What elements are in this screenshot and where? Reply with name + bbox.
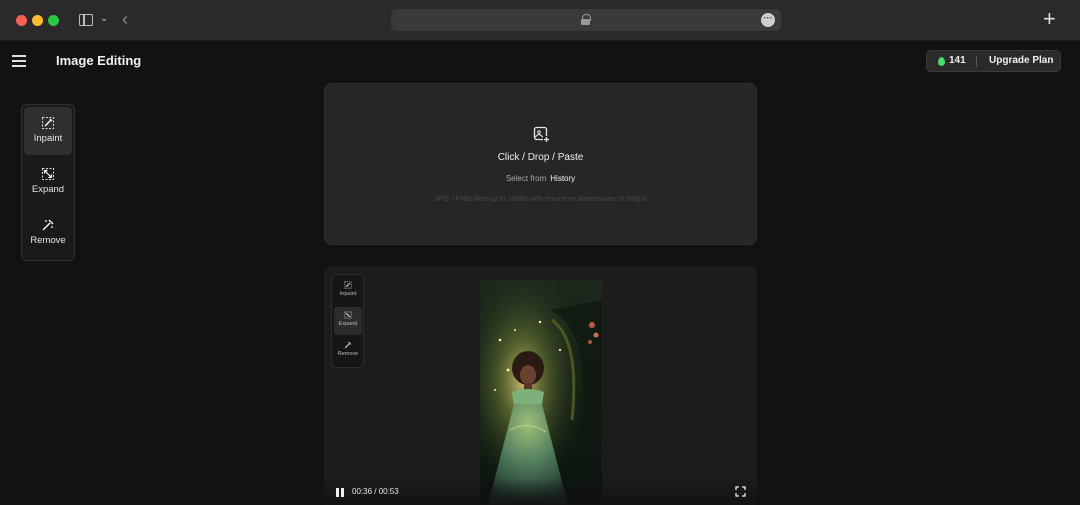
select-from-label: Select from (505, 174, 547, 183)
history-link[interactable]: History (550, 174, 575, 183)
tool-label: Remove (30, 235, 66, 246)
address-bar[interactable]: ··· (391, 9, 781, 31)
upload-hint: JPG / PNG files up to 10MB with minimum … (434, 194, 647, 203)
inpaint-icon (42, 117, 54, 129)
divider (976, 56, 977, 67)
video-tool-label: Inpaint (339, 291, 357, 297)
tool-remove[interactable]: Remove (24, 209, 72, 257)
inpaint-icon (344, 281, 352, 289)
tool-label: Inpaint (33, 133, 63, 144)
select-from-line: Select from History (325, 174, 756, 183)
plan-widget: 141 Upgrade Plan (926, 50, 1061, 72)
fullscreen-icon[interactable] (735, 486, 746, 497)
minimize-window-button[interactable] (32, 15, 43, 26)
hamburger-menu-icon[interactable] (12, 55, 26, 67)
video-tool-label: Remove (337, 351, 359, 357)
video-frame-image (480, 280, 602, 505)
sidebar-toggle-icon[interactable] (79, 14, 93, 26)
page-title: Image Editing (56, 53, 142, 68)
zoom-window-button[interactable] (48, 15, 59, 26)
new-tab-button[interactable]: + (1043, 8, 1056, 30)
back-arrow-icon[interactable]: ‹ (122, 9, 128, 30)
image-add-icon (533, 126, 550, 143)
video-tool-inpaint: Inpaint (334, 277, 362, 305)
close-window-button[interactable] (16, 15, 27, 26)
upgrade-plan-button[interactable]: Upgrade Plan (989, 55, 1053, 66)
credit-count: 141 (949, 55, 966, 66)
video-preview: Inpaint Expand Remove 00:36 / 00:53 (324, 266, 757, 505)
expand-icon (344, 311, 352, 319)
video-time: 00:36 / 00:53 (352, 487, 399, 496)
expand-icon (42, 168, 54, 180)
pause-icon[interactable] (336, 488, 344, 497)
video-tool-label: Expand (338, 321, 358, 327)
video-tool-panel: Inpaint Expand Remove (331, 274, 364, 368)
more-icon[interactable]: ··· (761, 13, 775, 27)
browser-toolbar: ⌄ ‹ ··· + (0, 0, 1080, 41)
upload-prompt: Click / Drop / Paste (497, 152, 584, 163)
video-tool-expand: Expand (334, 307, 362, 335)
forest-portrait-illustration (480, 280, 602, 505)
tool-inpaint[interactable]: Inpaint (24, 107, 72, 155)
remove-icon (344, 341, 352, 349)
tool-panel: Inpaint Expand Remove (21, 104, 75, 261)
chevron-down-icon[interactable]: ⌄ (100, 13, 108, 24)
video-tool-remove: Remove (334, 337, 362, 365)
video-controls: 00:36 / 00:53 (324, 478, 757, 505)
remove-icon (42, 219, 54, 231)
lock-icon (581, 14, 591, 25)
upload-dropzone[interactable]: Click / Drop / Paste Select from History … (324, 83, 757, 245)
credit-drop-icon (938, 57, 945, 66)
tool-expand[interactable]: Expand (24, 158, 72, 206)
tool-label: Expand (31, 184, 65, 195)
